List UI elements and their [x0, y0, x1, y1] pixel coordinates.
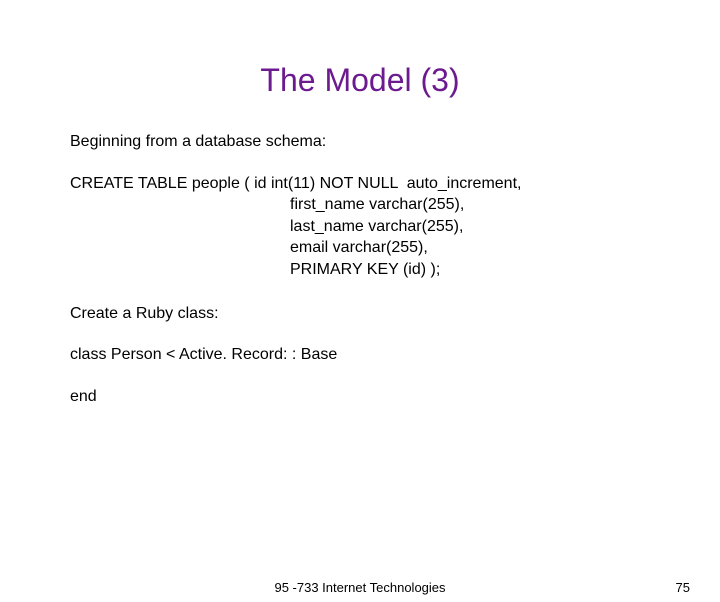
slide-body: Beginning from a database schema: CREATE…: [0, 131, 720, 407]
ruby-class-line: class Person < Active. Record: : Base: [70, 344, 680, 366]
sql-line-2: first_name varchar(255),: [70, 194, 680, 216]
sql-line-3: last_name varchar(255),: [70, 216, 680, 238]
ruby-end-line: end: [70, 386, 680, 408]
sql-line-1: CREATE TABLE people ( id int(11) NOT NUL…: [70, 173, 680, 195]
slide-title: The Model (3): [0, 62, 720, 99]
footer-page-number: 75: [676, 580, 690, 595]
sql-line-4: email varchar(255),: [70, 237, 680, 259]
footer-course: 95 -733 Internet Technologies: [274, 580, 445, 595]
intro-text: Beginning from a database schema:: [70, 131, 680, 153]
sql-line-5: PRIMARY KEY (id) );: [70, 259, 680, 281]
sql-block: CREATE TABLE people ( id int(11) NOT NUL…: [70, 173, 680, 281]
ruby-intro: Create a Ruby class:: [70, 303, 680, 325]
